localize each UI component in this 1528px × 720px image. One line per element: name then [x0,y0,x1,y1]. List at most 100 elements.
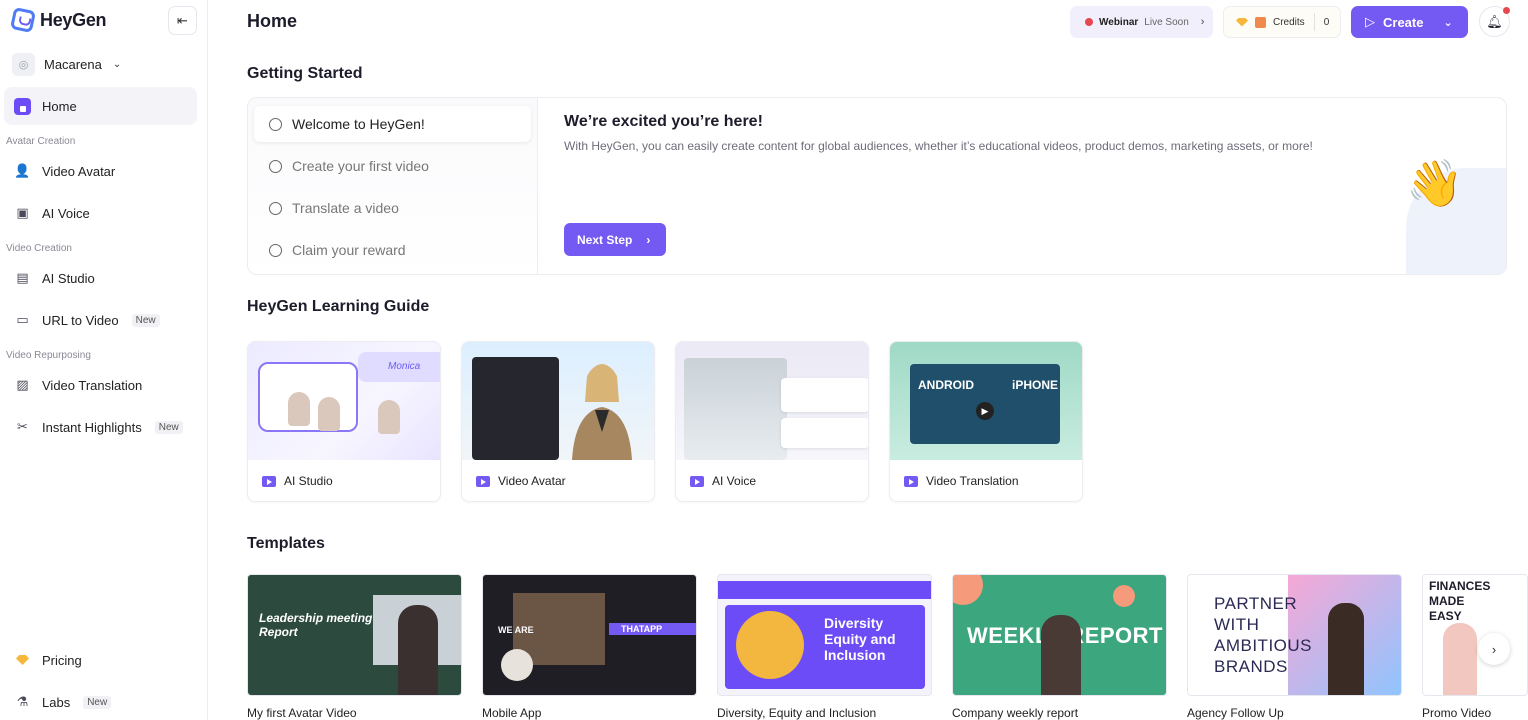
waving-hand-icon: 👋 [1406,157,1464,209]
thumb-text: FINANCES MADE EASY [1429,579,1491,623]
new-badge: New [154,420,183,434]
sidebar-item-label: AI Voice [42,205,90,221]
template-card[interactable]: WEEKLY REPORT [952,574,1167,696]
decorative-circle [1113,585,1135,607]
next-step-button[interactable]: Next Step › [564,223,666,256]
avatar-figure [288,392,310,426]
sidebar-item-home[interactable]: Home [4,87,197,125]
getting-started-panel: Welcome to HeyGen! Create your first vid… [247,97,1507,275]
presenter-frame [684,358,787,460]
chevron-right-icon: › [1491,641,1497,657]
sidebar-item-label: Video Translation [42,377,143,393]
section-video-repurposing: Video Repurposing [6,350,91,361]
step-claim-reward[interactable]: Claim your reward [254,232,531,268]
video-icon [262,475,276,487]
learning-card-ai-voice[interactable]: AI Voice [675,341,869,502]
video-icon [904,475,918,487]
sidebar-item-instant-highlights[interactable]: ✂ Instant Highlights New [4,408,197,446]
notifications-button[interactable]: 🔔︎ [1479,6,1510,37]
thumb-text: Leadership meeting Report [259,611,373,639]
voice-panel [781,378,868,412]
step-welcome[interactable]: Welcome to HeyGen! [254,106,531,142]
step-create-video[interactable]: Create your first video [254,148,531,184]
divider [1313,13,1315,31]
webinar-banner[interactable]: Webinar Live Soon › [1070,6,1213,38]
ai-studio-thumbnail: Monica [248,342,440,460]
template-name: Agency Follow Up [1187,706,1284,720]
live-dot-icon [1085,18,1093,26]
template-name: Company weekly report [952,706,1079,720]
workspace-selector[interactable]: ◎ Macarena ⌄ [12,53,121,76]
learning-card-video-translation[interactable]: ANDROID iPHONE ▶ Video Translation [889,341,1083,502]
section-avatar-creation: Avatar Creation [6,136,76,147]
header-bar [718,581,931,599]
avatar-circle [736,611,804,679]
avatar-figure [1443,623,1477,695]
sidebar-item-ai-studio[interactable]: ▤ AI Studio [4,259,197,297]
welcome-heading: We’re excited you’re here! [564,113,763,130]
collapse-sidebar-button[interactable]: ⇤ [168,6,197,35]
credits-value: 0 [1323,16,1330,28]
step-label: Welcome to HeyGen! [292,116,425,132]
template-card[interactable]: Diversity Equity and Inclusion [717,574,932,696]
script-panel [472,357,559,460]
thumb-text: THATAPP [621,624,663,634]
learning-guide-title: HeyGen Learning Guide [247,298,430,315]
onboarding-steps: Welcome to HeyGen! Create your first vid… [248,98,538,274]
card-label: AI Studio [262,474,333,488]
thumb-text: iPHONE [1012,378,1059,392]
radio-icon [269,243,282,257]
card-title: Video Translation [926,474,1019,488]
sidebar-item-pricing[interactable]: Pricing [4,641,197,679]
avatar-figure [378,400,400,434]
template-card[interactable]: FINANCES MADE EASY [1422,574,1528,696]
template-card[interactable]: WE ARE THATAPP [482,574,697,696]
section-video-creation: Video Creation [6,243,72,254]
chevron-down-icon[interactable]: ⌄ [1443,16,1452,29]
sidebar-item-video-translation[interactable]: ▨ Video Translation [4,366,197,404]
voice-panel [781,418,868,448]
sidebar-item-video-avatar[interactable]: 👤 Video Avatar [4,152,197,190]
heygen-logo[interactable]: HeyGen [9,6,107,34]
sidebar-item-ai-voice[interactable]: ▣ AI Voice [4,194,197,232]
learning-card-video-avatar[interactable]: Video Avatar [461,341,655,502]
radio-icon [269,159,282,173]
template-name: My first Avatar Video [247,706,357,720]
chevron-right-icon: › [646,232,651,247]
create-label: Create [1383,14,1424,30]
logo-text: HeyGen [40,9,107,30]
step-label: Create your first video [292,158,429,174]
ai-voice-thumbnail [676,342,868,460]
templates-next-button[interactable]: › [1478,633,1510,665]
thumb-tag: Monica [358,352,440,382]
create-button[interactable]: ▷ Create ⌄ [1351,6,1468,38]
radio-icon [269,117,282,131]
new-badge: New [131,313,160,327]
card-label: Video Avatar [476,474,566,488]
templates-title: Templates [247,535,325,552]
user-icon: 👤 [14,163,31,178]
studio-icon: ▤ [16,270,29,285]
credits-label: Credits [1273,16,1305,28]
gift-icon [1255,16,1266,28]
step-translate-video[interactable]: Translate a video [254,190,531,226]
getting-started-title: Getting Started [247,65,363,82]
sidebar: HeyGen ⇤ ◎ Macarena ⌄ Home Avatar Creati… [0,0,208,720]
thumb-text: Diversity Equity and Inclusion [824,615,896,663]
heygen-logo-icon [9,6,37,34]
scissors-icon: ✂ [17,419,28,434]
template-card[interactable]: Leadership meeting Report [247,574,462,696]
credits-widget[interactable]: Credits 0 [1223,6,1341,38]
sidebar-item-label: Instant Highlights [42,419,142,435]
chevron-right-icon: › [1200,16,1205,28]
play-icon: ▶ [976,402,994,420]
avatar-figure [318,397,340,431]
thumb-text: Monica [388,361,421,372]
template-card[interactable]: PARTNER WITH AMBITIOUS BRANDS [1187,574,1402,696]
learning-card-ai-studio[interactable]: Monica AI Studio [247,341,441,502]
page-title: Home [247,11,298,31]
sidebar-item-labs[interactable]: ⚗ Labs New [4,683,197,720]
sidebar-item-url-to-video[interactable]: ▭ URL to Video New [4,301,197,339]
template-name: Promo Video [1422,706,1492,720]
video-avatar-thumbnail [462,342,654,460]
